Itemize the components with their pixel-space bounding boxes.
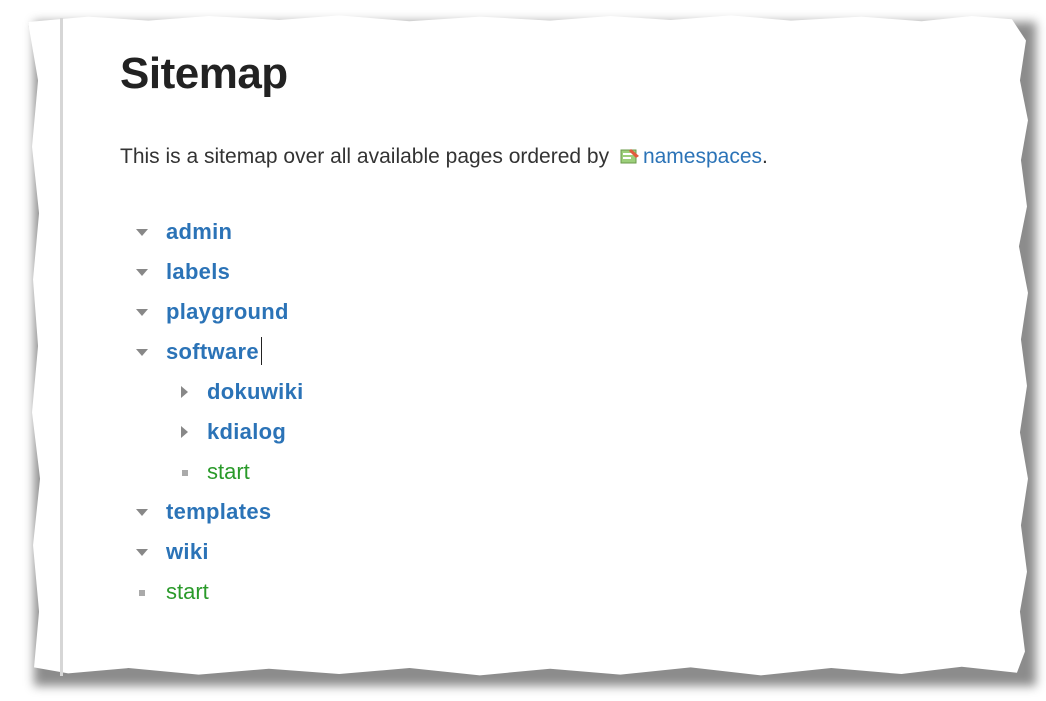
page-link-software-start[interactable]: start bbox=[207, 459, 250, 484]
triangle-down-icon[interactable] bbox=[136, 549, 148, 556]
content-left-border bbox=[60, 18, 63, 676]
tree-item-software-start[interactable]: start bbox=[120, 452, 1020, 492]
triangle-down-icon[interactable] bbox=[136, 349, 148, 356]
tree-item-dokuwiki[interactable]: dokuwiki bbox=[120, 372, 1020, 412]
namespaces-link[interactable]: namespaces bbox=[643, 145, 762, 168]
square-bullet-icon bbox=[182, 470, 188, 476]
triangle-down-icon[interactable] bbox=[136, 509, 148, 516]
namespace-link-software[interactable]: software bbox=[166, 339, 259, 364]
namespace-link-dokuwiki[interactable]: dokuwiki bbox=[207, 379, 304, 404]
namespace-link-labels[interactable]: labels bbox=[166, 259, 230, 284]
triangle-down-icon[interactable] bbox=[136, 269, 148, 276]
triangle-down-icon[interactable] bbox=[136, 309, 148, 316]
sitemap-tree: admin labels playground software dokuwik… bbox=[120, 212, 1020, 612]
text-cursor bbox=[260, 337, 262, 365]
screenshot-stage: Sitemap This is a sitemap over all avail… bbox=[0, 0, 1046, 701]
tree-item-root-start[interactable]: start bbox=[120, 572, 1020, 612]
namespace-icon bbox=[619, 144, 641, 164]
intro-paragraph: This is a sitemap over all available pag… bbox=[120, 142, 1020, 172]
tree-item-wiki[interactable]: wiki bbox=[120, 532, 1020, 572]
namespace-link-wiki[interactable]: wiki bbox=[166, 539, 209, 564]
triangle-right-icon[interactable] bbox=[181, 426, 188, 438]
namespace-link-admin[interactable]: admin bbox=[166, 219, 232, 244]
tree-item-admin[interactable]: admin bbox=[120, 212, 1020, 252]
page-title: Sitemap bbox=[120, 49, 288, 98]
intro-end: . bbox=[762, 145, 768, 168]
tree-item-playground[interactable]: playground bbox=[120, 292, 1020, 332]
page-content: Sitemap This is a sitemap over all avail… bbox=[120, 44, 1020, 612]
square-bullet-icon bbox=[139, 590, 145, 596]
tree-item-labels[interactable]: labels bbox=[120, 252, 1020, 292]
tree-item-software[interactable]: software bbox=[120, 332, 1020, 372]
namespace-link-playground[interactable]: playground bbox=[166, 299, 289, 324]
tree-item-templates[interactable]: templates bbox=[120, 492, 1020, 532]
tree-item-kdialog[interactable]: kdialog bbox=[120, 412, 1020, 452]
page-link-root-start[interactable]: start bbox=[166, 579, 209, 604]
namespace-link-templates[interactable]: templates bbox=[166, 499, 271, 524]
namespace-link-kdialog[interactable]: kdialog bbox=[207, 419, 286, 444]
intro-text: This is a sitemap over all available pag… bbox=[120, 145, 610, 168]
triangle-right-icon[interactable] bbox=[181, 386, 188, 398]
triangle-down-icon[interactable] bbox=[136, 229, 148, 236]
